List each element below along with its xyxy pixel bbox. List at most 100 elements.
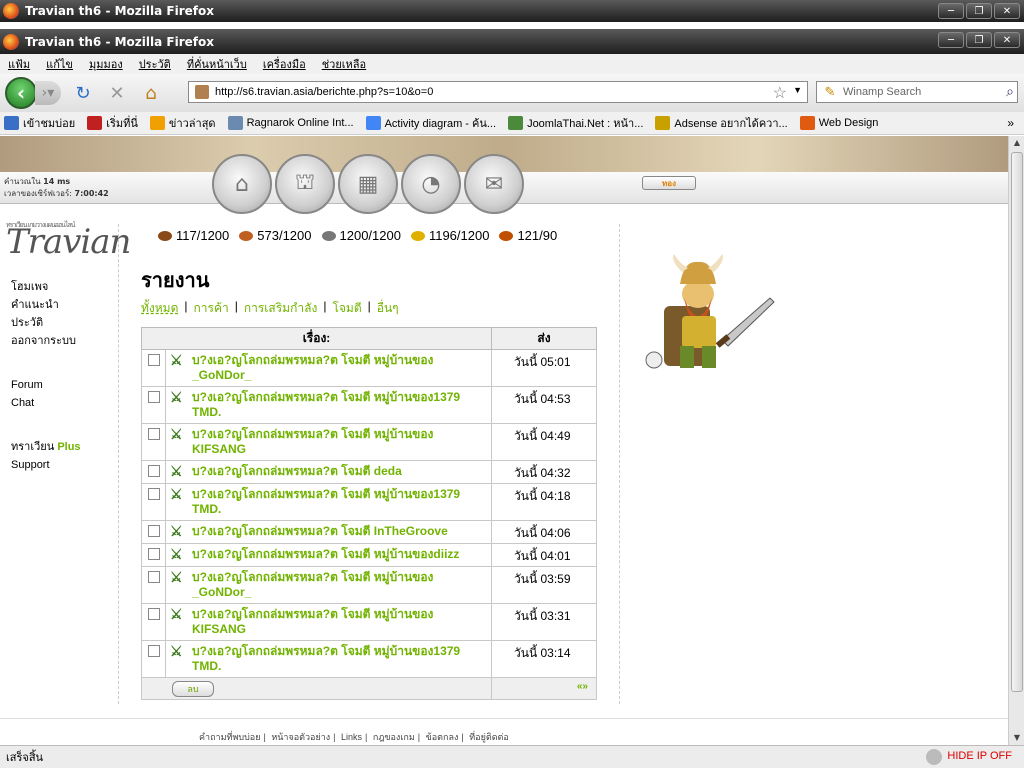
pager-arrows[interactable]: «» (492, 678, 596, 692)
row-checkbox[interactable] (147, 608, 160, 620)
row-checkbox[interactable] (147, 488, 160, 500)
bookmark-item[interactable]: ข่าวล่าสุด (146, 114, 216, 132)
sidebar-item-plus[interactable]: ทราเวียน Plus (11, 438, 81, 456)
footer-link-faq[interactable]: คำถามที่พบบ่อย (199, 732, 260, 742)
url-text[interactable]: http://s6.travian.asia/berichte.php?s=10… (215, 86, 433, 98)
row-checkbox[interactable] (147, 645, 160, 657)
reload-icon[interactable]: ↻ (71, 81, 95, 105)
bookmark-star-icon[interactable]: ☆ (773, 83, 787, 103)
menu-view[interactable]: มุมมอง (89, 55, 123, 73)
delete-button[interactable]: ลบ (172, 681, 214, 697)
close-button[interactable]: ✕ (994, 3, 1020, 19)
sidebar-item-forum[interactable]: Forum (11, 376, 81, 394)
menu-file[interactable]: แฟ้ม (8, 55, 30, 73)
menu-bookmarks[interactable]: ที่คั่นหน้าเว็บ (187, 55, 247, 73)
bookmark-item[interactable]: Adsense อยากได้ควา... (651, 114, 788, 132)
footer-link-links[interactable]: Links (341, 732, 362, 742)
report-link[interactable]: บ?งเอ?ญโลกถล่มพรหมล?ต โจมตี deda (192, 464, 402, 480)
home-icon[interactable]: ⌂ (139, 81, 163, 105)
sidebar-item-support[interactable]: Support (11, 456, 81, 474)
filter-trade[interactable]: การค้า (194, 299, 229, 318)
footer-link-screenshots[interactable]: หน้าจอตัวอย่าง (271, 732, 330, 742)
footer-links: คำถามที่พบบ่อย | หน้าจอตัวอย่าง | Links | ก… (199, 732, 509, 742)
travian-logo[interactable]: ทราเวียน เกมวางแผนออนไลน์ Travian (6, 221, 131, 262)
report-link[interactable]: บ?งเอ?ญโลกถล่มพรหมล?ต โจมตี หมู่บ้านของ … (192, 427, 487, 457)
addon-status-icon[interactable] (926, 749, 942, 765)
report-link[interactable]: บ?งเอ?ญโลกถล่มพรหมล?ต โจมตี หมู่บ้านของ1… (192, 487, 487, 517)
bookmark-item[interactable]: Activity diagram - ค้น... (362, 114, 496, 132)
filter-reinforcement[interactable]: การเสริมกำลัง (244, 299, 317, 318)
map-icon[interactable]: ▦ (338, 154, 398, 214)
close-button[interactable]: ✕ (994, 32, 1020, 48)
report-link[interactable]: บ?งเอ?ญโลกถล่มพรหมล?ต โจมตี หมู่บ้านของ1… (192, 644, 487, 674)
report-link[interactable]: บ?งเอ?ญโลกถล่มพรหมล?ต โจมตี หมู่บ้านของ … (192, 607, 487, 637)
restore-button[interactable]: ❐ (966, 3, 992, 19)
bookmark-item[interactable]: Ragnarok Online Int... (224, 116, 354, 130)
attack-swords-icon: ⚔ (170, 546, 183, 562)
filter-other[interactable]: อื่นๆ (377, 299, 399, 318)
search-icon[interactable]: ⌕ (1006, 83, 1014, 100)
sidebar-item-instructions[interactable]: คำแนะนำ (11, 296, 81, 314)
row-checkbox[interactable] (147, 548, 160, 560)
back-button[interactable]: ‹ (5, 77, 37, 109)
menu-history[interactable]: ประวัติ (139, 55, 171, 73)
page-title: รายงาน (141, 268, 210, 292)
filter-attack[interactable]: โจมตี (332, 299, 361, 318)
bookmark-item[interactable]: JoomlaThai.Net : หน้า... (504, 114, 643, 132)
footer-link-contact[interactable]: ที่อยู่ติดต่อ (469, 732, 509, 742)
sidebar-item-profile[interactable]: ประวัติ (11, 314, 81, 332)
village-overview-icon[interactable]: ⌂ (212, 154, 272, 214)
minimize-button[interactable]: ─ (938, 3, 964, 19)
village-center-icon[interactable]: ⛫ (275, 154, 335, 214)
url-dropdown-icon[interactable]: ▼ (793, 85, 802, 95)
report-time: วันนี้ 03:14 (491, 640, 597, 678)
report-link[interactable]: บ?งเอ?ญโลกถล่มพรหมล?ต โจมตี หมู่บ้านของ … (192, 353, 487, 383)
sidebar-item-logout[interactable]: ออกจากระบบ (11, 332, 81, 350)
row-checkbox[interactable] (147, 391, 160, 403)
sidebar-item-chat[interactable]: Chat (11, 394, 81, 412)
bookmark-item[interactable]: Web Design (796, 116, 878, 130)
sidebar-item-home[interactable]: โฮมเพจ (11, 278, 81, 296)
url-bar[interactable]: http://s6.travian.asia/berichte.php?s=10… (188, 81, 808, 103)
row-checkbox[interactable] (147, 525, 160, 537)
bookmarks-overflow-icon[interactable]: » (1007, 116, 1014, 130)
statistics-icon[interactable]: ◔ (401, 154, 461, 214)
scrollbar-thumb[interactable] (1011, 152, 1023, 692)
gold-button[interactable]: ทอง (642, 176, 696, 190)
search-box[interactable]: ✎ Winamp Search ⌕ (816, 81, 1018, 103)
hide-ip-toggle[interactable]: HIDE IP OFF (947, 750, 1012, 762)
resource-value: 1196/1200 (428, 228, 490, 243)
iron-icon (321, 230, 336, 241)
attack-swords-icon: ⚔ (170, 352, 183, 368)
minimize-button[interactable]: ─ (938, 32, 964, 48)
report-link[interactable]: บ?งเอ?ญโลกถล่มพรหมล?ต โจมตี หมู่บ้านของ1… (192, 390, 487, 420)
row-checkbox[interactable] (147, 571, 160, 583)
bookmark-item[interactable]: เข้าชมบ่อย (0, 114, 75, 132)
search-placeholder[interactable]: Winamp Search (843, 86, 921, 98)
row-checkbox[interactable] (147, 465, 160, 477)
footer-link-rules[interactable]: กฎของเกม (373, 732, 415, 742)
row-checkbox[interactable] (147, 428, 160, 440)
hero-viking-image (645, 254, 775, 369)
forward-button[interactable]: ›▾ (35, 81, 61, 105)
bookmark-item[interactable]: เริ่มที่นี่ (83, 114, 138, 132)
filter-all[interactable]: ทั้งหมด (141, 299, 178, 318)
menu-tools[interactable]: เครื่องมือ (263, 55, 306, 73)
stop-icon[interactable]: ✕ (105, 81, 129, 105)
search-engine-icon[interactable]: ✎ (817, 83, 843, 101)
menu-help[interactable]: ช่วยเหลือ (322, 55, 366, 73)
vertical-scrollbar[interactable]: ▲ ▼ (1008, 136, 1024, 745)
report-link[interactable]: บ?งเอ?ญโลกถล่มพรหมล?ต โจมตี หมู่บ้านของ … (192, 570, 487, 600)
resource-bar: 117/1200 573/1200 1200/1200 1196/1200 121/90 (158, 228, 567, 243)
row-checkbox[interactable] (147, 354, 160, 366)
reports-icon[interactable]: ✉ (464, 154, 524, 214)
scroll-down-icon[interactable]: ▼ (1010, 731, 1024, 745)
scroll-up-icon[interactable]: ▲ (1010, 136, 1024, 150)
row-checkbox-cell (141, 543, 166, 567)
report-link[interactable]: บ?งเอ?ญโลกถล่มพรหมล?ต โจมตี InTheGroove (192, 524, 448, 540)
report-link[interactable]: บ?งเอ?ญโลกถล่มพรหมล?ต โจมตี หมู่บ้านของd… (192, 547, 459, 563)
menu-edit[interactable]: แก้ไข (46, 55, 73, 73)
row-checkbox-cell (141, 520, 166, 544)
restore-button[interactable]: ❐ (966, 32, 992, 48)
footer-link-terms[interactable]: ข้อตกลง (426, 732, 459, 742)
